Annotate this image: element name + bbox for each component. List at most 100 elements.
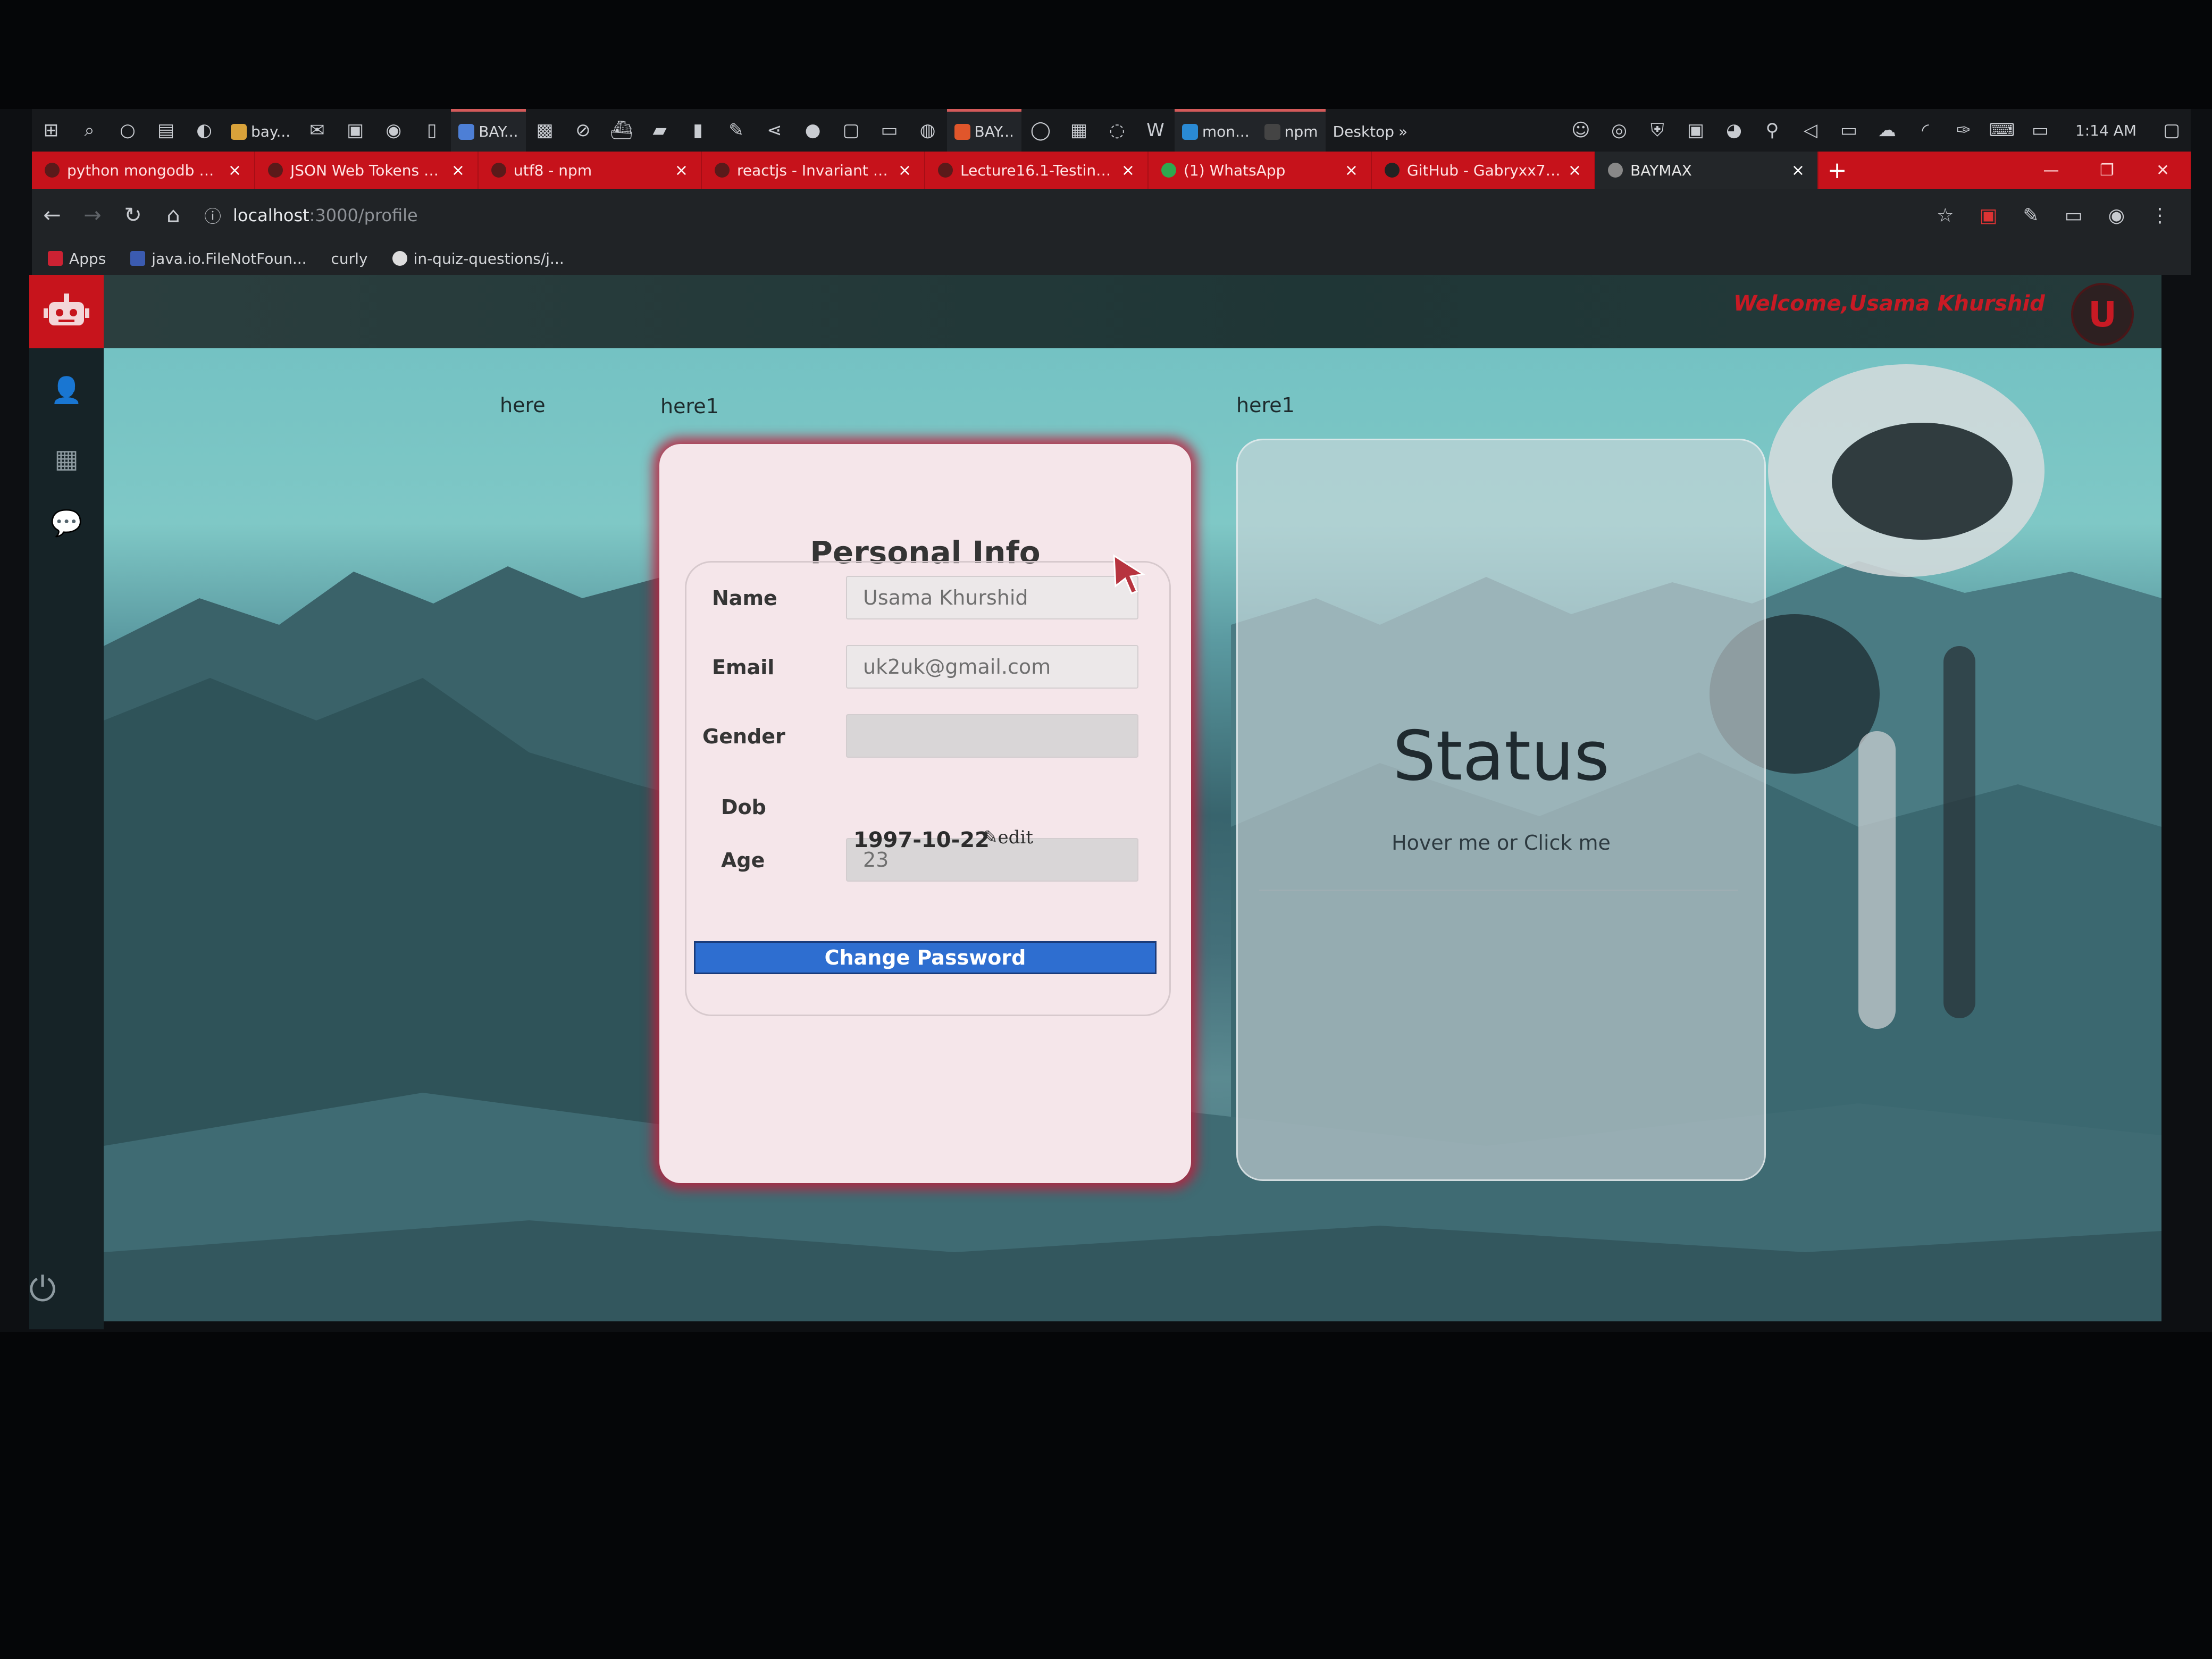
tray-icon[interactable]: ◎ bbox=[1607, 119, 1631, 142]
people-icon[interactable]: ☺ bbox=[1569, 119, 1593, 142]
browser-tab[interactable]: (1) WhatsApp × bbox=[1149, 152, 1372, 189]
windows-start-icon[interactable]: ⊞ bbox=[39, 119, 63, 142]
robot-logo[interactable] bbox=[29, 275, 104, 348]
reload-icon[interactable]: ↻ bbox=[113, 203, 153, 228]
browser-tab-active[interactable]: BAYMAX × bbox=[1595, 152, 1819, 189]
minimize-icon[interactable]: — bbox=[2023, 152, 2079, 189]
browser-tab[interactable]: JSON Web Tokens - jw × bbox=[255, 152, 479, 189]
extension-icon[interactable]: ▭ bbox=[2065, 205, 2083, 227]
docker-icon[interactable]: ⛴ bbox=[610, 119, 633, 142]
close-tab-icon[interactable]: × bbox=[1568, 161, 1581, 180]
app-icon[interactable]: ◌ bbox=[1105, 119, 1129, 142]
app-icon[interactable]: ▮ bbox=[686, 119, 710, 142]
browser-tab[interactable]: GitHub - Gabryxx7/ch × bbox=[1372, 152, 1595, 189]
home-icon[interactable]: ⌂ bbox=[153, 203, 194, 228]
app-icon[interactable]: ✎ bbox=[725, 119, 748, 142]
battery-icon[interactable]: ▭ bbox=[1837, 119, 1861, 142]
volume-mute-icon[interactable]: ◁ bbox=[1799, 119, 1822, 142]
app-icon[interactable]: ◯ bbox=[1029, 119, 1052, 142]
info-icon[interactable]: ⓘ bbox=[204, 203, 221, 228]
word-icon[interactable]: W bbox=[1144, 119, 1167, 142]
app-icon[interactable]: ◉ bbox=[382, 119, 405, 142]
search-icon[interactable]: ⌕ bbox=[78, 119, 101, 142]
browser-tab[interactable]: python mongodb sea × bbox=[32, 152, 255, 189]
taskbar-item[interactable]: bay... bbox=[223, 109, 298, 152]
pycharm-icon[interactable]: ▩ bbox=[533, 119, 557, 142]
tablet-icon[interactable]: ▭ bbox=[2029, 119, 2052, 142]
edge-icon[interactable]: ◐ bbox=[192, 119, 216, 142]
share-icon[interactable]: ⋖ bbox=[763, 119, 786, 142]
menu-icon[interactable]: ⋮ bbox=[2150, 205, 2169, 227]
app-icon[interactable]: ● bbox=[801, 119, 825, 142]
close-tab-icon[interactable]: × bbox=[228, 161, 241, 180]
star-icon[interactable]: ☆ bbox=[1937, 205, 1954, 227]
taskbar-item[interactable]: BAY... bbox=[451, 109, 526, 152]
whatsapp-icon bbox=[1161, 163, 1176, 178]
taskbar-item[interactable]: BAY... bbox=[946, 109, 1021, 152]
extension-icon[interactable]: ▣ bbox=[1979, 205, 1997, 227]
bookmark-apps[interactable]: Apps bbox=[48, 250, 106, 267]
profile-icon[interactable]: ◉ bbox=[2108, 205, 2125, 227]
browser-tab[interactable]: reactjs - Invariant faile × bbox=[702, 152, 925, 189]
close-tab-icon[interactable]: × bbox=[1791, 161, 1805, 180]
close-tab-icon[interactable]: × bbox=[898, 161, 911, 180]
name-field[interactable]: Usama Khurshid bbox=[846, 576, 1138, 619]
app-icon[interactable]: ▦ bbox=[1067, 119, 1091, 142]
taskbar-item-desktop[interactable]: Desktop» bbox=[1326, 109, 1415, 152]
keyboard-icon[interactable]: ⌨ bbox=[1989, 119, 2015, 142]
browser-tab[interactable]: Lecture16.1-Testing_P × bbox=[925, 152, 1149, 189]
tray-icon[interactable]: ⚲ bbox=[1761, 119, 1784, 142]
gender-field[interactable] bbox=[846, 714, 1138, 758]
tray-icon[interactable]: ▣ bbox=[1684, 119, 1707, 142]
address-bar: ← → ↻ ⌂ ⓘ localhost:3000/profile ☆ ▣ ✎ ▭… bbox=[32, 189, 2191, 242]
acrobat-icon[interactable]: ▢ bbox=[840, 119, 863, 142]
store-icon[interactable]: ▣ bbox=[343, 119, 367, 142]
power-icon[interactable]: ⏻ bbox=[21, 1270, 64, 1312]
mail-icon[interactable]: ✉ bbox=[305, 119, 329, 142]
dashboard-icon[interactable]: ▦ bbox=[51, 444, 82, 476]
back-icon[interactable]: ← bbox=[32, 203, 72, 228]
task-view-icon[interactable]: ▤ bbox=[154, 119, 178, 142]
close-icon[interactable]: ✕ bbox=[2135, 152, 2191, 189]
email-label: Email bbox=[712, 656, 775, 679]
tray-icon[interactable]: ◕ bbox=[1722, 119, 1746, 142]
bookmark-item[interactable]: java.io.FileNotFoun... bbox=[130, 250, 307, 267]
cloud-icon[interactable]: ☁ bbox=[1875, 119, 1899, 142]
wifi-icon[interactable]: ◜ bbox=[1914, 119, 1937, 142]
dob-edit-link[interactable]: ✎edit bbox=[983, 827, 1033, 848]
browser-icon bbox=[458, 123, 475, 140]
email-field[interactable]: uk2uk@gmail.com bbox=[846, 645, 1138, 689]
url-input[interactable]: ⓘ localhost:3000/profile bbox=[204, 198, 1746, 232]
new-tab-button[interactable]: + bbox=[1819, 152, 1856, 189]
file-icon[interactable]: ▯ bbox=[420, 119, 443, 142]
close-tab-icon[interactable]: × bbox=[451, 161, 465, 180]
chat-icon[interactable]: 💬 bbox=[51, 508, 82, 540]
close-tab-icon[interactable]: × bbox=[1121, 161, 1135, 180]
change-password-button[interactable]: Change Password bbox=[694, 941, 1157, 974]
bookmark-item[interactable]: in-quiz-questions/j... bbox=[392, 250, 564, 267]
browser-tab[interactable]: utf8 - npm × bbox=[479, 152, 702, 189]
forward-icon[interactable]: → bbox=[72, 203, 113, 228]
bookmark-item[interactable]: curly bbox=[331, 250, 368, 267]
taskbar-clock[interactable]: 1:14 AM bbox=[2059, 122, 2152, 139]
user-icon[interactable]: 👤 bbox=[51, 375, 82, 407]
pen-icon[interactable]: ✑ bbox=[1952, 119, 1975, 142]
close-tab-icon[interactable]: × bbox=[1345, 161, 1358, 180]
user-avatar[interactable]: U bbox=[2071, 283, 2134, 346]
taskbar-item[interactable]: npm bbox=[1256, 109, 1326, 152]
app-icon[interactable]: ◍ bbox=[916, 119, 940, 142]
terminal-icon bbox=[1264, 123, 1280, 140]
app-icon[interactable]: ▭ bbox=[878, 119, 901, 142]
restore-icon[interactable]: ❐ bbox=[2079, 152, 2135, 189]
zoom-icon[interactable]: ▰ bbox=[648, 119, 672, 142]
taskbar-item[interactable]: mon... bbox=[1174, 109, 1257, 152]
cortana-icon[interactable]: ○ bbox=[116, 119, 139, 142]
firefox-icon bbox=[954, 123, 970, 140]
status-card[interactable]: Status Hover me or Click me bbox=[1236, 439, 1766, 1181]
postman-icon[interactable]: ⊘ bbox=[572, 119, 595, 142]
shield-icon[interactable]: ⛨ bbox=[1646, 119, 1669, 142]
sidebar: 👤 ▦ 💬 bbox=[29, 348, 104, 1329]
close-tab-icon[interactable]: × bbox=[675, 161, 688, 180]
notifications-icon[interactable]: ▢ bbox=[2160, 119, 2183, 142]
extension-icon[interactable]: ✎ bbox=[2023, 205, 2039, 227]
